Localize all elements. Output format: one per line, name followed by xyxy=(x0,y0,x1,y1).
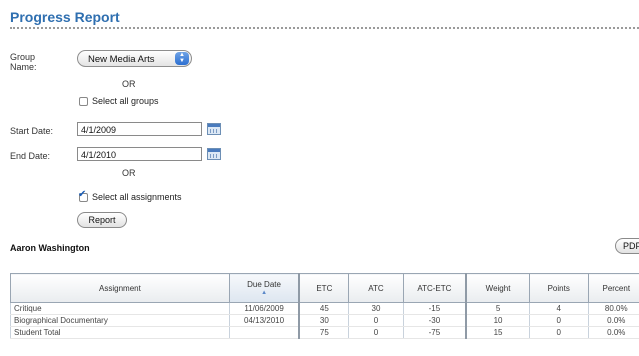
title-divider xyxy=(10,27,639,29)
column-header-due-date[interactable]: Due Date ▲ xyxy=(228,273,300,303)
table-header-row: Assignment Due Date ▲ ETC ATC ATC-ETC We… xyxy=(10,273,639,303)
column-header-points[interactable]: Points xyxy=(528,273,589,303)
sort-ascending-icon: ▲ xyxy=(261,290,268,296)
group-select[interactable]: New Media Arts ▲ ▼ xyxy=(77,50,192,67)
cell-assignment: Student Total xyxy=(10,326,230,339)
group-select-value: New Media Arts xyxy=(88,54,155,65)
student-name: Aaron Washington xyxy=(10,243,90,253)
report-button[interactable]: Report xyxy=(77,212,127,228)
calendar-icon[interactable] xyxy=(207,123,221,135)
cell-weight: 15 xyxy=(465,326,530,339)
cell-assignment: Biographical Documentary xyxy=(10,314,230,327)
page-title: Progress Report xyxy=(10,9,120,25)
select-all-groups-checkbox[interactable] xyxy=(79,97,88,106)
select-all-groups-label: Select all groups xyxy=(92,96,159,106)
cell-percent: 0.0% xyxy=(587,326,639,339)
cell-etc: 75 xyxy=(298,326,350,339)
pdf-button[interactable]: PDF xyxy=(615,238,639,254)
select-all-assignments-label: Select all assignments xyxy=(92,192,182,202)
cell-atc: 0 xyxy=(348,314,404,327)
column-header-assignment[interactable]: Assignment xyxy=(10,273,230,303)
calendar-icon[interactable] xyxy=(207,148,221,160)
table-row: Biographical Documentary 04/13/2010 30 0… xyxy=(10,314,639,327)
column-header-percent[interactable]: Percent xyxy=(587,273,639,303)
column-header-etc[interactable]: ETC xyxy=(298,273,350,303)
cell-atc: 30 xyxy=(348,302,404,315)
cell-points: 0 xyxy=(528,314,589,327)
cell-percent: 0.0% xyxy=(587,314,639,327)
table-row: Student Total 75 0 -75 15 0 0.0% xyxy=(10,326,639,339)
cell-due-date xyxy=(228,326,300,339)
cell-weight: 5 xyxy=(465,302,530,315)
cell-atc-etc: -75 xyxy=(402,326,467,339)
stepper-arrows-icon: ▲ ▼ xyxy=(175,52,189,65)
end-date-field[interactable]: 4/1/2010 xyxy=(77,147,202,161)
or-label: OR xyxy=(122,79,136,89)
column-header-weight[interactable]: Weight xyxy=(465,273,530,303)
cell-points: 4 xyxy=(528,302,589,315)
start-date-label: Start Date: xyxy=(10,126,54,136)
cell-atc: 0 xyxy=(348,326,404,339)
cell-atc-etc: -15 xyxy=(402,302,467,315)
cell-due-date: 11/06/2009 xyxy=(228,302,300,315)
cell-percent: 80.0% xyxy=(587,302,639,315)
table-row: Critique 11/06/2009 45 30 -15 5 4 80.0% xyxy=(10,302,639,315)
cell-atc-etc: -30 xyxy=(402,314,467,327)
cell-etc: 30 xyxy=(298,314,350,327)
column-header-atc-etc[interactable]: ATC-ETC xyxy=(402,273,467,303)
select-all-assignments-checkbox[interactable] xyxy=(78,189,88,202)
cell-weight: 10 xyxy=(465,314,530,327)
cell-assignment: Critique xyxy=(10,302,230,315)
checkmark-icon xyxy=(78,189,88,202)
cell-etc: 45 xyxy=(298,302,350,315)
column-header-atc[interactable]: ATC xyxy=(348,273,404,303)
cell-points: 0 xyxy=(528,326,589,339)
or-label: OR xyxy=(122,168,136,178)
group-name-label: Group Name: xyxy=(10,52,37,72)
cell-due-date: 04/13/2010 xyxy=(228,314,300,327)
start-date-field[interactable]: 4/1/2009 xyxy=(77,122,202,136)
end-date-label: End Date: xyxy=(10,151,51,161)
progress-table: Assignment Due Date ▲ ETC ATC ATC-ETC We… xyxy=(10,273,639,339)
